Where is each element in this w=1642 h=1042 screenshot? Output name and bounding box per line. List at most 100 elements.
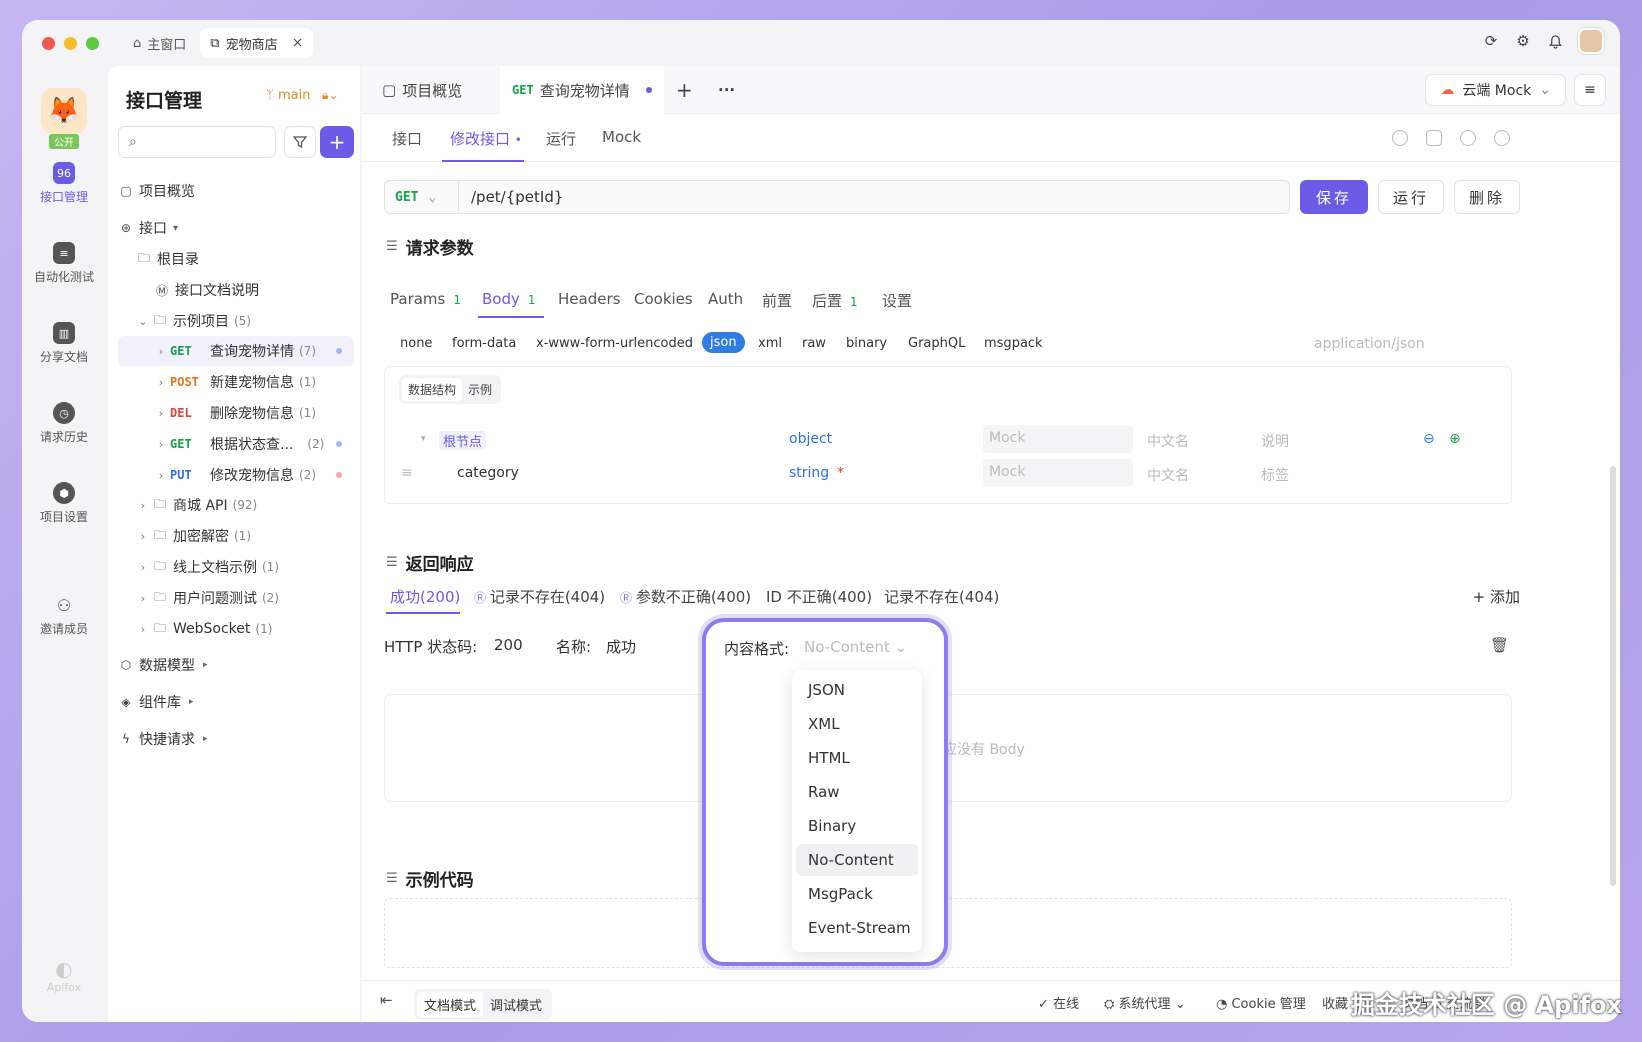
field-mock-input[interactable]: Mock <box>983 459 1133 487</box>
add-response-button[interactable]: + 添加 <box>1473 586 1520 607</box>
rail-api-management[interactable]: 96 接口管理 <box>22 162 106 205</box>
tree-api-group[interactable]: ⊛ 接口 ▾ <box>118 213 354 243</box>
collect-link[interactable]: 收藏 <box>1322 993 1348 1012</box>
minimize-window-button[interactable] <box>64 36 77 50</box>
new-tab-button[interactable]: + <box>676 66 693 114</box>
branch-selector[interactable]: ᛘ main <box>266 88 310 103</box>
format-option-binary[interactable]: Binary <box>796 810 918 842</box>
scrollbar[interactable] <box>1610 466 1616 886</box>
resp-tab-404[interactable]: Ⓡ 记录不存在(404) <box>474 586 605 607</box>
drag-handle-icon[interactable]: ≡ <box>401 465 413 481</box>
tab-post[interactable]: 后置 1 <box>812 290 858 311</box>
tree-folder-online-docs[interactable]: › 🗀 线上文档示例 (1) <box>136 552 372 582</box>
add-button[interactable]: + <box>320 126 354 158</box>
share-icon[interactable] <box>1460 130 1476 146</box>
close-window-button[interactable] <box>42 36 55 50</box>
tab-edit-api[interactable]: 修改接口 • <box>450 128 522 149</box>
menu-button[interactable]: ≡ <box>1574 74 1606 106</box>
body-type-json[interactable]: json <box>702 332 745 353</box>
tab-run[interactable]: 运行 <box>546 128 576 149</box>
tree-quick-request[interactable]: ϟ 快捷请求 ▸ <box>118 724 354 754</box>
http-status-value[interactable]: 200 <box>494 636 523 654</box>
collapse-sidebar-icon[interactable]: ⇤ <box>380 991 393 1009</box>
tab-cookies[interactable]: Cookies <box>634 290 693 308</box>
tree-doc-readme[interactable]: Ⓜ 接口文档说明 <box>154 275 390 305</box>
search-input[interactable]: ⌕ <box>118 126 276 158</box>
collapse-icon[interactable]: ⊖ <box>1423 431 1435 447</box>
tab-headers[interactable]: Headers <box>558 290 620 308</box>
field-type[interactable]: string <box>789 465 829 481</box>
body-type-urlencoded[interactable]: x-www-form-urlencoded <box>536 336 693 351</box>
field-cn-name[interactable]: 中文名 <box>1147 465 1189 485</box>
method-select[interactable]: GET ⌄ <box>385 181 459 213</box>
field-name[interactable]: category <box>457 465 519 481</box>
resp-tab-400-params[interactable]: Ⓡ 参数不正确(400) <box>620 586 751 607</box>
add-field-icon[interactable]: ⊕ <box>1449 431 1461 447</box>
body-type-msgpack[interactable]: msgpack <box>984 336 1043 351</box>
tab-schema-structure[interactable]: 数据结构 <box>402 378 463 401</box>
tree-folder-websocket[interactable]: › 🗀 WebSocket (1) <box>136 614 372 644</box>
root-description[interactable]: 说明 <box>1261 431 1289 451</box>
tree-api-delete-pet[interactable]: › DEL 删除宠物信息 (1) <box>118 398 354 428</box>
doc-mode-button[interactable]: 文档模式 <box>417 992 484 1017</box>
rail-invite-members[interactable]: ⚇ 邀请成员 <box>22 594 106 637</box>
format-option-event-stream[interactable]: Event-Stream <box>796 912 918 944</box>
url-path-input[interactable]: /pet/{petId} <box>459 188 563 206</box>
format-option-html[interactable]: HTML <box>796 742 918 774</box>
copy-icon[interactable] <box>1426 130 1442 146</box>
cloud-mock-selector[interactable]: ☁ 云端 Mock ⌄ <box>1425 74 1566 106</box>
tab-project[interactable]: ⧉ 宠物商店 × <box>200 28 314 58</box>
tab-auth[interactable]: Auth <box>708 290 743 308</box>
resp-tab-200[interactable]: 成功(200) <box>390 586 460 607</box>
delete-button[interactable]: 删除 <box>1454 180 1520 214</box>
body-type-binary[interactable]: binary <box>846 336 887 351</box>
project-logo-icon[interactable]: 🦊 <box>41 88 87 134</box>
tree-root-folder[interactable]: 🗀 根目录 <box>136 244 372 274</box>
resp-tab-404-2[interactable]: 记录不存在(404) <box>884 586 999 607</box>
body-type-raw[interactable]: raw <box>802 336 826 351</box>
content-format-select[interactable]: No-Content ⌄ <box>804 638 907 656</box>
tab-body[interactable]: Body 1 <box>482 290 536 308</box>
tree-example-project[interactable]: ⌄ 🗀 示例项目 (5) <box>136 306 372 336</box>
tree-api-put-pet[interactable]: › PUT 修改宠物信息 (2) <box>118 460 354 490</box>
body-type-graphql[interactable]: GraphQL <box>908 336 965 351</box>
root-mock-input[interactable]: Mock <box>983 425 1133 453</box>
root-type[interactable]: object <box>789 431 832 447</box>
maximize-window-button[interactable] <box>86 36 99 50</box>
tab-pre[interactable]: 前置 <box>762 290 792 311</box>
save-button[interactable]: 保存 <box>1300 180 1368 214</box>
body-type-none[interactable]: none <box>400 336 432 351</box>
response-name-value[interactable]: 成功 <box>606 636 636 657</box>
history-icon[interactable] <box>1392 130 1408 146</box>
tree-project-overview[interactable]: ▢ 项目概览 <box>118 176 354 206</box>
tree-api-post-pet[interactable]: › POST 新建宠物信息 (1) <box>118 367 354 397</box>
root-cn-name[interactable]: 中文名 <box>1147 431 1189 451</box>
body-type-form-data[interactable]: form-data <box>452 336 516 351</box>
field-tag[interactable]: 标签 <box>1261 465 1289 485</box>
tab-params[interactable]: Params 1 <box>390 290 461 308</box>
trash-icon[interactable]: 🗑︎ <box>1490 636 1509 654</box>
tree-components[interactable]: ◈ 组件库 ▸ <box>118 687 354 717</box>
format-option-msgpack[interactable]: MsgPack <box>796 878 918 910</box>
run-button[interactable]: 运行 <box>1378 180 1444 214</box>
filter-button[interactable] <box>284 126 316 158</box>
tree-data-models[interactable]: ⬡ 数据模型 ▸ <box>118 650 354 680</box>
tab-mock[interactable]: Mock <box>602 128 641 146</box>
caret-down-icon[interactable]: ▾ <box>421 434 426 444</box>
tab-api[interactable]: 接口 <box>392 128 422 149</box>
tree-api-get-by-status[interactable]: › GET 根据状态查... (2) <box>118 429 354 459</box>
required-mark[interactable]: * <box>837 465 844 481</box>
tab-settings[interactable]: 设置 <box>882 290 912 311</box>
debug-mode-button[interactable]: 调试模式 <box>483 992 549 1017</box>
lock-icon[interactable]: 🔒︎⌄ <box>322 88 338 103</box>
close-tab-icon[interactable]: × <box>292 35 304 51</box>
tree-folder-mall-api[interactable]: › 🗀 商城 API (92) <box>136 490 372 520</box>
format-option-raw[interactable]: Raw <box>796 776 918 808</box>
settings-icon[interactable] <box>1494 130 1510 146</box>
rail-share-docs[interactable]: ▥ 分享文档 <box>22 322 106 365</box>
online-status[interactable]: ✓ 在线 <box>1038 993 1079 1012</box>
rail-request-history[interactable]: ◷ 请求历史 <box>22 402 106 445</box>
format-option-json[interactable]: JSON <box>796 674 918 706</box>
tree-folder-encryption[interactable]: › 🗀 加密解密 (1) <box>136 521 372 551</box>
resp-tab-400-id[interactable]: ID 不正确(400) <box>766 586 872 607</box>
